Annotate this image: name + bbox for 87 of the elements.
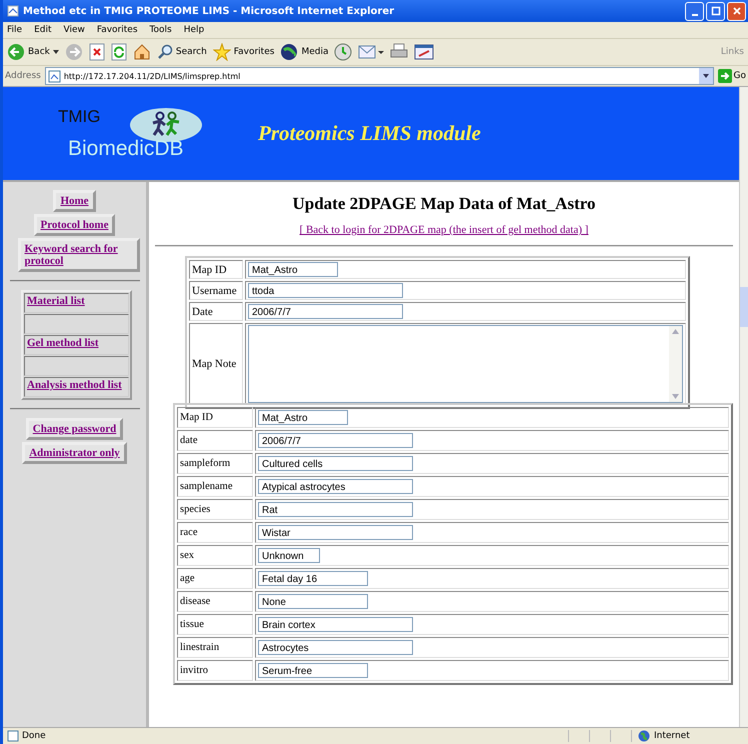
logo-text: TMIG bbox=[58, 106, 102, 126]
sidebar-link[interactable]: Change password bbox=[26, 418, 124, 440]
maximize-icon bbox=[710, 6, 720, 16]
sidebar-link[interactable]: Administrator only bbox=[22, 442, 127, 464]
security-zone: Internet bbox=[654, 731, 690, 741]
address-field[interactable]: http://172.17.204.11/2D/LIMS/limsprep.html bbox=[44, 67, 714, 85]
field-label: race bbox=[177, 522, 253, 543]
field-label: invitro bbox=[177, 660, 253, 681]
field-label: linestrain bbox=[177, 637, 253, 658]
map-note-field[interactable] bbox=[248, 325, 683, 403]
scroll-up-icon[interactable] bbox=[672, 329, 679, 334]
field-label: samplename bbox=[177, 476, 253, 497]
field-label: Map Note bbox=[189, 323, 243, 405]
menu-item[interactable]: Edit bbox=[34, 25, 52, 35]
menu-item[interactable]: Favorites bbox=[96, 25, 138, 35]
input-field[interactable]: Brain cortex bbox=[258, 617, 413, 632]
edit-icon[interactable] bbox=[414, 43, 434, 61]
field-label: sex bbox=[177, 545, 253, 566]
scrollbar[interactable] bbox=[739, 87, 748, 727]
sidebar-link[interactable]: Home bbox=[53, 190, 96, 212]
globe-icon bbox=[638, 730, 650, 742]
field-label: Map ID bbox=[189, 260, 243, 279]
maximize-button[interactable] bbox=[706, 2, 725, 20]
field-label: disease bbox=[177, 591, 253, 612]
input-field[interactable]: Fetal day 16 bbox=[258, 571, 368, 586]
back-button[interactable]: Back bbox=[7, 43, 59, 61]
search-button[interactable]: Search bbox=[156, 44, 207, 60]
page-icon bbox=[48, 70, 61, 82]
input-field[interactable]: None bbox=[258, 594, 368, 609]
input-field[interactable]: Cultured cells bbox=[258, 456, 413, 471]
dropdown-button[interactable] bbox=[698, 68, 713, 84]
field-label: Date bbox=[189, 302, 243, 321]
status-text: Done bbox=[22, 731, 46, 741]
input-field[interactable]: 2006/7/7 bbox=[248, 304, 403, 319]
home-icon[interactable] bbox=[132, 43, 151, 61]
input-field[interactable]: Mat_Astro bbox=[248, 262, 338, 277]
input-field[interactable]: Serum-free bbox=[258, 663, 368, 678]
sidebar-link[interactable]: Keyword search for protocol bbox=[18, 238, 140, 272]
input-field[interactable]: 2006/7/7 bbox=[258, 433, 413, 448]
input-field[interactable]: Rat bbox=[258, 502, 413, 517]
mail-icon[interactable] bbox=[358, 43, 384, 61]
sidebar-link[interactable]: Material list bbox=[24, 293, 129, 313]
menu-item[interactable]: Tools bbox=[150, 25, 172, 35]
sidebar-link[interactable]: Analysis method list bbox=[24, 377, 129, 397]
menu-item[interactable]: Help bbox=[184, 25, 204, 35]
page-icon bbox=[7, 5, 19, 17]
field-label: sampleform bbox=[177, 453, 253, 474]
page-heading: Update 2DPAGE Map Data of Mat_Astro bbox=[292, 194, 596, 214]
field-label: species bbox=[177, 499, 253, 520]
star-icon bbox=[212, 43, 231, 61]
sidebar-link[interactable]: Gel method list bbox=[24, 335, 129, 355]
logo-text: BiomedicDB bbox=[68, 136, 185, 160]
address-label: Address bbox=[5, 71, 41, 81]
globe-icon bbox=[280, 43, 298, 61]
close-button[interactable] bbox=[727, 2, 746, 20]
sidebar-link[interactable]: Protocol home bbox=[34, 214, 116, 236]
caret-icon bbox=[702, 74, 709, 78]
minimize-button[interactable] bbox=[685, 2, 704, 20]
search-icon bbox=[156, 44, 173, 60]
input-field[interactable]: Mat_Astro bbox=[258, 410, 348, 425]
banner-title: Proteomics LIMS module bbox=[258, 121, 481, 146]
input-field[interactable]: Astrocytes bbox=[258, 640, 413, 655]
history-icon[interactable] bbox=[334, 43, 352, 61]
field-label: tissue bbox=[177, 614, 253, 635]
menu-item[interactable]: View bbox=[64, 25, 85, 35]
minimize-icon bbox=[692, 14, 698, 16]
input-field[interactable]: Atypical astrocytes bbox=[258, 479, 413, 494]
refresh-icon[interactable] bbox=[110, 43, 127, 61]
back-link[interactable]: [ Back to login for 2DPAGE map (the insert of gel method data) ] bbox=[300, 224, 588, 236]
field-label: age bbox=[177, 568, 253, 589]
close-icon bbox=[732, 6, 742, 16]
page-icon bbox=[7, 730, 19, 742]
input-field[interactable]: Wistar bbox=[258, 525, 413, 540]
favorites-button[interactable]: Favorites bbox=[212, 43, 274, 61]
media-button[interactable]: Media bbox=[280, 43, 328, 61]
caret-icon bbox=[52, 50, 59, 54]
go-button[interactable]: Go bbox=[718, 69, 746, 83]
field-label: Map ID bbox=[177, 407, 253, 428]
window-title: Method etc in TMIG PROTEOME LIMS - Microsoft Internet Explorer bbox=[23, 6, 396, 16]
go-arrow-icon bbox=[718, 69, 732, 83]
scroll-down-icon[interactable] bbox=[672, 394, 679, 399]
stop-icon[interactable] bbox=[88, 43, 105, 61]
menu-item[interactable]: File bbox=[7, 25, 22, 35]
field-label: Username bbox=[189, 281, 243, 300]
input-field[interactable]: ttoda bbox=[248, 283, 403, 298]
input-field[interactable]: Unknown bbox=[258, 548, 320, 563]
field-label: date bbox=[177, 430, 253, 451]
